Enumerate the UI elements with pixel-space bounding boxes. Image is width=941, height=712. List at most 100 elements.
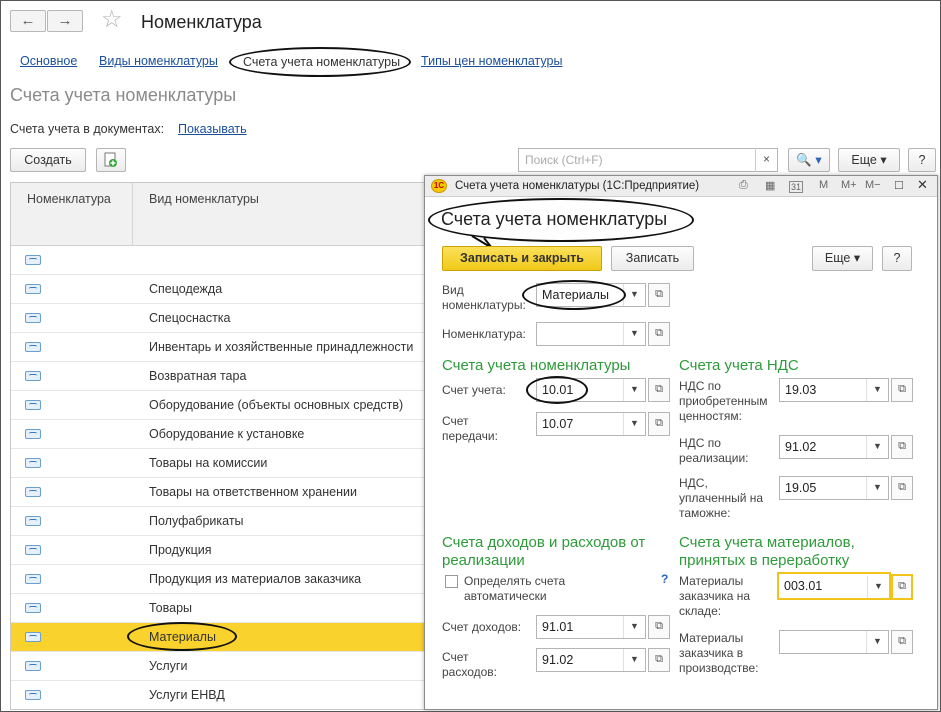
income-field[interactable]: 91.01 ▼	[536, 615, 646, 639]
table-row[interactable]: Материалы	[11, 622, 427, 652]
tab-item-kinds[interactable]: Виды номенклатуры	[99, 54, 218, 68]
row-kind-label: Товары на комиссии	[149, 456, 268, 470]
chevron-down-icon[interactable]: ▼	[623, 616, 645, 638]
clear-search-icon[interactable]: ×	[755, 148, 777, 172]
table-row[interactable]: Оборудование к установке	[11, 420, 427, 449]
open-icon[interactable]: ⧉	[648, 322, 670, 346]
open-icon[interactable]: ⧉	[648, 648, 670, 672]
chevron-down-icon[interactable]: ▼	[623, 413, 645, 435]
vat-acquired-label: НДС по приобретенным ценностям:	[679, 379, 768, 423]
row-item-icon	[25, 516, 41, 526]
table-row[interactable]: Полуфабрикаты	[11, 507, 427, 536]
search-button[interactable]: 🔍 ▾	[788, 148, 830, 172]
page-title: Номенклатура	[141, 12, 262, 32]
table-row[interactable]: Инвентарь и хозяйственные принадлежности	[11, 333, 427, 362]
auto-help-icon[interactable]: ?	[661, 572, 668, 586]
save-close-button[interactable]: Записать и закрыть	[442, 246, 602, 271]
row-kind-label: Спецоснастка	[149, 311, 231, 325]
table-row[interactable]: Спецоснастка	[11, 304, 427, 333]
chevron-down-icon[interactable]: ▼	[866, 379, 888, 401]
help-button[interactable]: ?	[908, 148, 936, 172]
auto-accounts-checkbox[interactable]	[445, 575, 458, 588]
forward-button[interactable]: →	[47, 10, 83, 32]
table-row[interactable]: Продукция из материалов заказчика	[11, 565, 427, 594]
open-icon[interactable]: ⧉	[891, 574, 913, 600]
add-copy-icon	[104, 152, 117, 167]
close-icon[interactable]: ✕	[917, 177, 928, 193]
table-row[interactable]: Услуги ЕНВД	[11, 681, 427, 709]
open-icon[interactable]: ⧉	[891, 630, 913, 654]
vat-customs-value: 19.05	[785, 481, 817, 495]
chevron-down-icon[interactable]: ▼	[623, 323, 645, 345]
chevron-down-icon[interactable]: ▼	[867, 576, 889, 598]
memory-icon[interactable]: M	[819, 179, 828, 191]
create-button[interactable]: Создать	[10, 148, 86, 172]
dialog-help-button[interactable]: ?	[882, 246, 912, 271]
vat-customs-field[interactable]: 19.05 ▼	[779, 476, 889, 500]
copy-button[interactable]	[96, 148, 126, 172]
row-kind-label: Товары	[149, 601, 192, 615]
calc-icon[interactable]: ▦	[765, 179, 775, 192]
chevron-down-icon[interactable]: ▼	[866, 477, 888, 499]
memory-minus-icon[interactable]: M−	[865, 179, 881, 191]
kind-annotation-oval	[522, 280, 626, 310]
app-logo-icon: 1С	[431, 179, 447, 193]
table-row[interactable]: Возвратная тара	[11, 362, 427, 391]
table-row[interactable]	[11, 246, 427, 275]
mat-stock-field[interactable]: 003.01 ▼	[777, 572, 891, 600]
back-button[interactable]: ←	[10, 10, 46, 32]
table-row[interactable]: Товары на комиссии	[11, 449, 427, 478]
column-header-item[interactable]: Номенклатура	[27, 192, 111, 206]
row-kind-label: Услуги ЕНВД	[149, 688, 225, 702]
tab-price-types[interactable]: Типы цен номенклатуры	[421, 54, 562, 68]
table-row[interactable]: Оборудование (объекты основных средств)	[11, 391, 427, 420]
open-icon[interactable]: ⧉	[891, 435, 913, 459]
chevron-down-icon[interactable]: ▼	[623, 284, 645, 306]
show-accounts-link[interactable]: Показывать	[178, 122, 247, 136]
table-row[interactable]: Товары на ответственном хранении	[11, 478, 427, 507]
chevron-down-icon[interactable]: ▼	[623, 649, 645, 671]
table-row[interactable]: Спецодежда	[11, 275, 427, 304]
row-item-icon	[25, 371, 41, 381]
income-value: 91.01	[542, 620, 574, 634]
open-icon[interactable]: ⧉	[891, 378, 913, 402]
section-materials-heading: Счета учета материалов, принятых в перер…	[679, 534, 855, 569]
dialog-heading: Счета учета номенклатуры	[441, 209, 668, 229]
calendar-icon[interactable]: 31	[789, 181, 804, 193]
dialog-more-button[interactable]: Еще ▾	[812, 246, 873, 271]
tab-item-accounts[interactable]: Счета учета номенклатуры	[229, 47, 411, 77]
accounts-in-docs-label: Счета учета в документах:	[10, 122, 165, 136]
open-icon[interactable]: ⧉	[648, 378, 670, 402]
row-item-icon	[25, 574, 41, 584]
chevron-down-icon[interactable]: ▼	[623, 379, 645, 401]
accounts-table: Номенклатура Вид номенклатуры Спецодежда…	[10, 182, 428, 710]
tab-main[interactable]: Основное	[20, 54, 77, 68]
vat-acquired-field[interactable]: 19.03 ▼	[779, 378, 889, 402]
save-button[interactable]: Записать	[611, 246, 694, 271]
column-header-kind[interactable]: Вид номенклатуры	[149, 192, 259, 206]
chevron-down-icon[interactable]: ▼	[866, 631, 888, 653]
search-input[interactable]: Поиск (Ctrl+F) ×	[518, 148, 778, 172]
open-icon[interactable]: ⧉	[891, 476, 913, 500]
transfer-field[interactable]: 10.07 ▼	[536, 412, 646, 436]
section-accounts-heading: Счета учета номенклатуры	[442, 357, 631, 374]
table-row[interactable]: Товары	[11, 594, 427, 623]
chevron-down-icon[interactable]: ▼	[866, 436, 888, 458]
mat-stock-value: 003.01	[784, 579, 823, 593]
open-icon[interactable]: ⧉	[648, 615, 670, 639]
table-row[interactable]: Услуги	[11, 652, 427, 681]
row-kind-label: Возвратная тара	[149, 369, 247, 383]
expense-field[interactable]: 91.02 ▼	[536, 648, 646, 672]
item-field[interactable]: ▼	[536, 322, 646, 346]
print-icon[interactable]: ⎙	[739, 179, 748, 192]
maximize-icon[interactable]: □	[895, 177, 903, 192]
memory-plus-icon[interactable]: M+	[841, 179, 857, 191]
dialog-titlebar: 1С Счета учета номенклатуры (1С:Предприя…	[425, 176, 937, 197]
vat-sale-field[interactable]: 91.02 ▼	[779, 435, 889, 459]
more-button[interactable]: Еще ▾	[838, 148, 900, 172]
mat-prod-field[interactable]: ▼	[779, 630, 889, 654]
open-icon[interactable]: ⧉	[648, 283, 670, 307]
favorite-star-icon[interactable]: ☆	[101, 6, 123, 34]
table-row[interactable]: Продукция	[11, 536, 427, 565]
open-icon[interactable]: ⧉	[648, 412, 670, 436]
